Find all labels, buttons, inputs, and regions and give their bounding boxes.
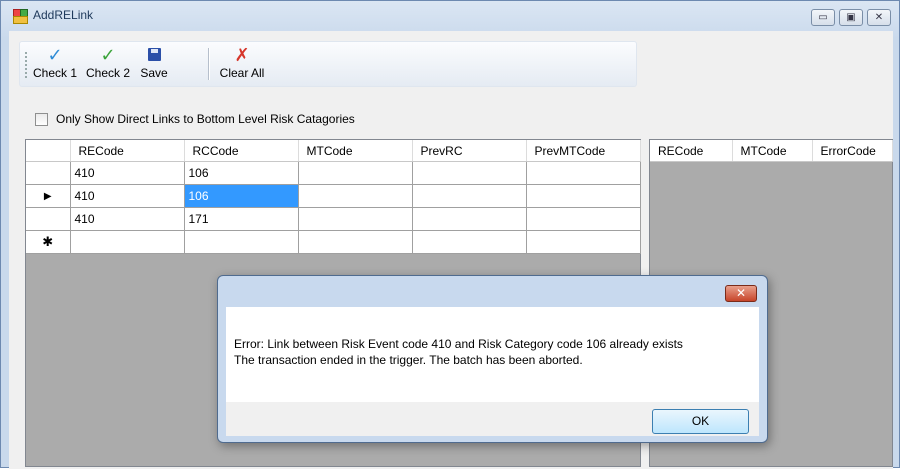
cell-rccode[interactable]: 171 — [184, 207, 299, 231]
error-message-line1: Error: Link between Risk Event code 410 … — [234, 337, 683, 351]
cell-prevmtcode[interactable] — [526, 184, 641, 208]
error-dialog: ✕ Error: Link between Risk Event code 41… — [217, 275, 768, 443]
save-button[interactable]: Save — [138, 44, 170, 84]
current-row-arrow-icon[interactable]: ▶ — [26, 184, 71, 208]
column-header-mtcode[interactable]: MTCode — [732, 140, 813, 162]
app-icon — [13, 9, 28, 24]
direct-links-checkbox[interactable] — [35, 112, 48, 126]
column-header-prevrc[interactable]: PrevRC — [412, 140, 527, 162]
table-row[interactable]: 410 106 — [26, 161, 641, 185]
cell-recode[interactable]: 410 — [70, 161, 185, 185]
checkmark-icon: ✓ — [100, 45, 116, 65]
cell-rccode-selected[interactable]: 106 — [184, 184, 299, 208]
table-row[interactable]: ▶ 410 106 — [26, 184, 641, 208]
dialog-footer: OK — [226, 402, 759, 436]
cell-recode[interactable] — [70, 230, 185, 254]
cell-prevrc[interactable] — [412, 207, 527, 231]
cell-prevrc[interactable] — [412, 161, 527, 185]
cell-prevmtcode[interactable] — [526, 161, 641, 185]
clear-all-label: Clear All — [219, 66, 265, 80]
window-title: AddRELink — [33, 8, 94, 22]
red-x-icon: ✗ — [234, 45, 250, 65]
save-label: Save — [140, 66, 168, 80]
error-message: Error: Link between Risk Event code 410 … — [234, 336, 683, 368]
main-window: AddRELink ▭ ▣ ✕ ✓ Check 1 ✓ Check 2 Save — [0, 0, 900, 469]
new-row[interactable]: ✱ — [26, 230, 641, 254]
dialog-close-button[interactable]: ✕ — [725, 285, 757, 302]
column-header-rccode[interactable]: RCCode — [184, 140, 299, 162]
check2-button[interactable]: ✓ Check 2 — [82, 44, 134, 84]
column-header-recode[interactable]: RECode — [650, 140, 733, 162]
cell-mtcode[interactable] — [298, 207, 413, 231]
cell-mtcode[interactable] — [298, 230, 413, 254]
direct-links-filter[interactable]: Only Show Direct Links to Bottom Level R… — [35, 112, 355, 126]
new-row-asterisk-icon[interactable]: ✱ — [26, 230, 71, 254]
cell-mtcode[interactable] — [298, 161, 413, 185]
cell-prevrc[interactable] — [412, 230, 527, 254]
toolbar: ✓ Check 1 ✓ Check 2 Save ✗ Clear All — [19, 41, 637, 87]
close-button[interactable]: ✕ — [867, 9, 891, 26]
dialog-body: Error: Link between Risk Event code 410 … — [226, 307, 759, 402]
title-bar[interactable]: AddRELink ▭ ▣ ✕ — [1, 1, 899, 31]
column-header-prevmtcode[interactable]: PrevMTCode — [526, 140, 641, 162]
cell-mtcode[interactable] — [298, 184, 413, 208]
cell-recode[interactable]: 410 — [70, 184, 185, 208]
errors-table: RECode MTCode ErrorCode — [650, 140, 893, 162]
check1-label: Check 1 — [32, 66, 78, 80]
column-header-recode[interactable]: RECode — [70, 140, 185, 162]
column-header-mtcode[interactable]: MTCode — [298, 140, 413, 162]
error-message-line2: The transaction ended in the trigger. Th… — [234, 353, 583, 367]
row-indicator[interactable] — [26, 161, 71, 185]
row-indicator[interactable] — [26, 207, 71, 231]
minimize-button[interactable]: ▭ — [811, 9, 835, 26]
floppy-disk-icon — [147, 48, 161, 61]
toolbar-separator — [208, 48, 210, 80]
ok-button[interactable]: OK — [652, 409, 749, 434]
maximize-button[interactable]: ▣ — [839, 9, 863, 26]
header-row: RECode MTCode ErrorCode — [650, 140, 893, 162]
links-table: RECode RCCode MTCode PrevRC PrevMTCode 4… — [26, 140, 641, 254]
check1-button[interactable]: ✓ Check 1 — [32, 44, 78, 84]
cell-prevrc[interactable] — [412, 184, 527, 208]
cell-prevmtcode[interactable] — [526, 207, 641, 231]
cell-rccode[interactable]: 106 — [184, 161, 299, 185]
clear-all-button[interactable]: ✗ Clear All — [214, 44, 270, 84]
check2-label: Check 2 — [85, 66, 131, 80]
column-header-errorcode[interactable]: ErrorCode — [812, 140, 893, 162]
cell-prevmtcode[interactable] — [526, 230, 641, 254]
checkmark-icon: ✓ — [47, 45, 63, 65]
header-row: RECode RCCode MTCode PrevRC PrevMTCode — [26, 140, 641, 162]
table-row[interactable]: 410 171 — [26, 207, 641, 231]
direct-links-label: Only Show Direct Links to Bottom Level R… — [56, 112, 355, 126]
corner-cell[interactable] — [26, 140, 71, 162]
cell-rccode[interactable] — [184, 230, 299, 254]
toolbar-grip[interactable] — [25, 52, 27, 78]
cell-recode[interactable]: 410 — [70, 207, 185, 231]
